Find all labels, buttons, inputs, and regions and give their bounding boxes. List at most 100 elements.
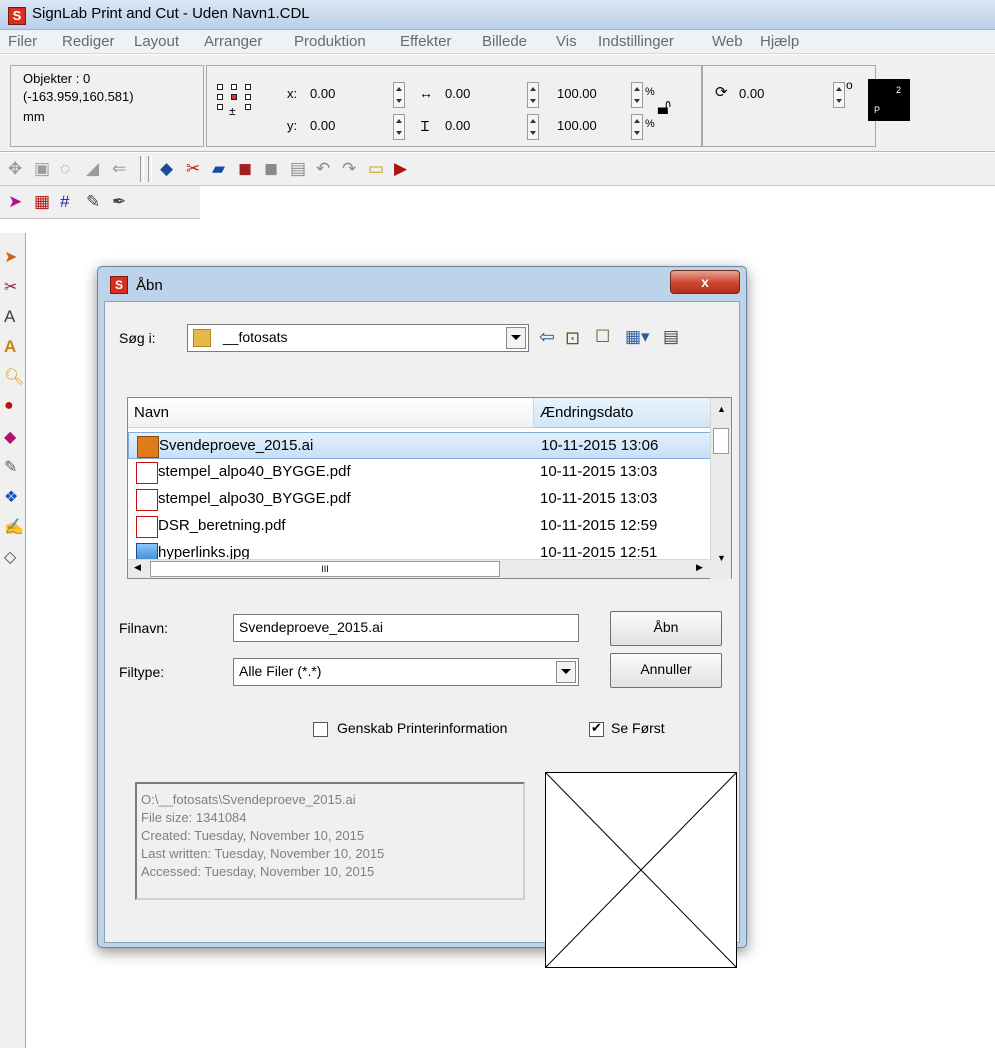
file-row[interactable]: DSR_beretning.pdf 10-11-2015 12:59 <box>128 513 712 540</box>
menu-layout[interactable]: Layout <box>134 33 179 50</box>
column-header-date[interactable]: Ændringsdato <box>534 398 712 428</box>
menu-hjaelp[interactable]: Hjælp <box>760 33 799 50</box>
file-name: stempel_alpo30_BYGGE.pdf <box>158 490 351 507</box>
page-icon[interactable]: ▤ <box>290 159 310 179</box>
undo-icon[interactable]: ↶ <box>316 159 336 179</box>
chevron-down-icon[interactable] <box>506 327 526 349</box>
x-spinner[interactable] <box>393 82 405 108</box>
lookin-dropdown[interactable]: __fotosats <box>187 324 529 352</box>
vertical-scroll-thumb[interactable] <box>713 428 729 454</box>
restore-printer-label: Genskab Printerinformation <box>337 720 508 736</box>
cancel-button[interactable]: Annuller <box>610 653 722 688</box>
select-pattern-icon[interactable]: ▦ <box>34 192 54 212</box>
slant-icon[interactable]: ⇐ <box>112 159 132 179</box>
transform-group: ± x: 0.00 y: 0.00 ↔ 0.00 Ɪ 0.00 100.00 %… <box>206 65 702 147</box>
scale-x-input[interactable]: 100.00 <box>557 86 597 101</box>
menu-produktion[interactable]: Produktion <box>294 33 366 50</box>
signlab-app-icon: S <box>8 7 26 25</box>
file-row[interactable]: stempel_alpo30_BYGGE.pdf 10-11-2015 13:03 <box>128 486 712 513</box>
eraser-tool-icon[interactable]: ◇ <box>4 547 22 566</box>
scroll-left-icon[interactable]: ◀ <box>134 562 141 573</box>
queue-icon[interactable]: ◼ <box>264 159 284 179</box>
anchor-point-icon[interactable]: ± <box>217 84 267 124</box>
filename-input[interactable]: Svendeproeve_2015.ai <box>233 614 579 642</box>
fill-tool-icon[interactable]: ◆ <box>4 427 22 446</box>
width-spinner[interactable] <box>527 82 539 108</box>
y-input[interactable]: 0.00 <box>310 118 335 133</box>
lock-icon[interactable]: 🔓︎ <box>657 94 671 120</box>
menu-rediger[interactable]: Rediger <box>62 33 115 50</box>
file-size: File size: 1341084 <box>141 810 247 825</box>
rotate-tool-icon[interactable]: ◌ <box>60 159 80 179</box>
preview-first-checkbox[interactable] <box>589 720 604 737</box>
menu-indstillinger[interactable]: Indstillinger <box>598 33 674 50</box>
move-icon[interactable]: ✥ <box>8 159 28 179</box>
x-input[interactable]: 0.00 <box>310 86 335 101</box>
zoom-tool-icon[interactable]: 🔍︎ <box>4 367 24 386</box>
up-folder-icon[interactable]: ⊡ <box>565 328 580 349</box>
menu-effekter[interactable]: Effekter <box>400 33 451 50</box>
menu-web[interactable]: Web <box>712 33 743 50</box>
exit-icon[interactable]: ▶ <box>394 159 414 179</box>
scroll-right-icon[interactable]: ▶ <box>696 562 703 573</box>
file-last-written: Last written: Tuesday, November 10, 2015 <box>141 846 385 861</box>
redo-icon[interactable]: ↷ <box>342 159 362 179</box>
height-spinner[interactable] <box>527 114 539 140</box>
pen-tool-icon[interactable]: ✎ <box>4 457 22 476</box>
scale-x-percent: % <box>645 86 655 98</box>
scroll-down-icon[interactable]: ▼ <box>717 553 726 563</box>
view-menu-icon[interactable]: ▦▾ <box>625 327 650 347</box>
menu-vis[interactable]: Vis <box>556 33 577 50</box>
open-folder-icon[interactable]: ▭ <box>368 159 388 179</box>
vertical-scrollbar[interactable]: ▲ ▼ <box>710 398 731 579</box>
pointer-tool-icon[interactable]: ➤ <box>4 247 22 266</box>
pen-node-icon[interactable]: ✒ <box>112 192 132 212</box>
mirror-icon[interactable]: ◢ <box>86 159 106 179</box>
menu-arranger[interactable]: Arranger <box>204 33 262 50</box>
page-thumbnail[interactable]: 2 P <box>868 79 910 121</box>
weed-icon[interactable]: ◆ <box>160 159 180 179</box>
column-header-name[interactable]: Navn <box>128 398 534 428</box>
properties-icon[interactable]: ▤ <box>663 327 679 347</box>
brush-tool-icon[interactable]: ✍ <box>4 517 24 536</box>
scale-x-spinner[interactable] <box>631 82 643 108</box>
close-button[interactable]: x <box>670 270 740 294</box>
size-icon[interactable]: ▣ <box>34 159 54 179</box>
print-icon[interactable]: ▰ <box>212 159 232 179</box>
stroke-tool-icon[interactable]: ❖ <box>4 487 22 506</box>
horizontal-scroll-thumb[interactable]: III <box>150 561 500 577</box>
art-text-tool-icon[interactable]: A <box>4 337 22 356</box>
rotation-input[interactable]: 0.00 <box>739 86 764 101</box>
shape-tool-icon[interactable]: ● <box>4 397 22 415</box>
menu-filer[interactable]: Filer <box>8 33 37 50</box>
scale-y-spinner[interactable] <box>631 114 643 140</box>
knife-tool-icon[interactable]: ✂ <box>4 277 22 296</box>
new-folder-icon[interactable]: ☐ <box>595 327 610 347</box>
menu-billede[interactable]: Billede <box>482 33 527 50</box>
plot-icon[interactable]: ◼ <box>238 159 258 179</box>
file-date: 10-11-2015 13:03 <box>540 463 658 480</box>
scale-y-input[interactable]: 100.00 <box>557 118 597 133</box>
file-name: stempel_alpo40_BYGGE.pdf <box>158 463 351 480</box>
back-arrow-icon[interactable]: ⇦ <box>539 326 555 349</box>
height-input[interactable]: 0.00 <box>445 118 470 133</box>
file-row[interactable]: stempel_alpo40_BYGGE.pdf 10-11-2015 13:03 <box>128 459 712 486</box>
folder-icon <box>193 329 211 348</box>
file-path: O:\__fotosats\Svendeproeve_2015.ai <box>141 792 356 807</box>
grid-icon[interactable]: # <box>60 192 80 212</box>
file-row[interactable]: Svendeproeve_2015.ai 10-11-2015 13:06 <box>128 432 712 459</box>
horizontal-scrollbar[interactable]: ◀ III ▶ <box>128 559 712 578</box>
filetype-dropdown[interactable]: Alle Filer (*.*) <box>233 658 579 686</box>
rotation-spinner[interactable] <box>833 82 845 108</box>
file-list[interactable]: Navn Ændringsdato Svendeproeve_2015.ai 10… <box>127 397 732 579</box>
y-spinner[interactable] <box>393 114 405 140</box>
node-edit-icon[interactable]: ✎ <box>86 192 106 212</box>
select-color-icon[interactable]: ➤ <box>8 192 28 212</box>
open-button[interactable]: Åbn <box>610 611 722 646</box>
width-input[interactable]: 0.00 <box>445 86 470 101</box>
scroll-up-icon[interactable]: ▲ <box>717 404 726 414</box>
chevron-down-icon[interactable] <box>556 661 576 683</box>
cut-icon[interactable]: ✂ <box>186 159 206 179</box>
text-tool-icon[interactable]: A <box>4 307 22 326</box>
restore-printer-checkbox[interactable] <box>313 722 328 737</box>
